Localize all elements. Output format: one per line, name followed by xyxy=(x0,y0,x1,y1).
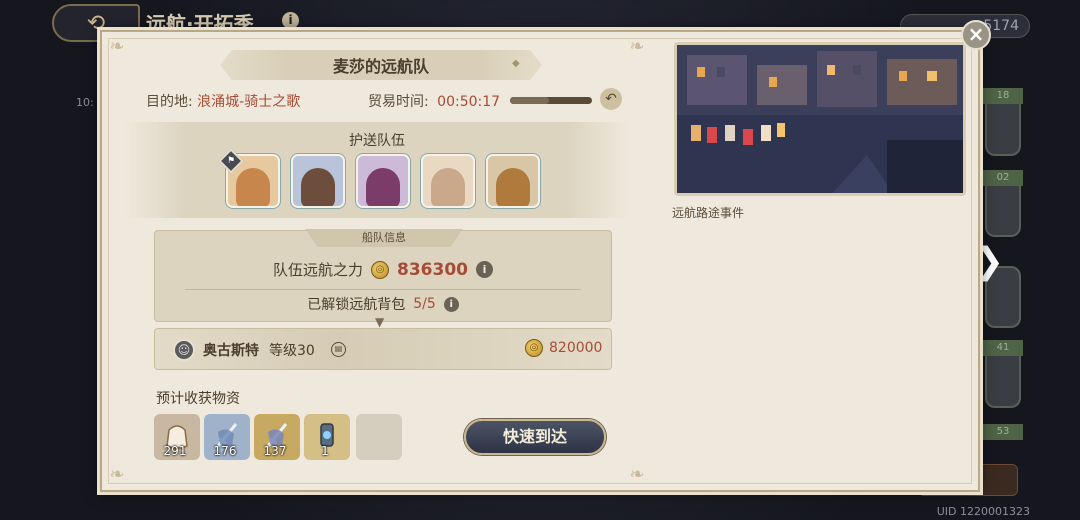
escort-avatar-5[interactable] xyxy=(486,154,540,208)
item-count: 176 xyxy=(213,444,237,458)
town-scene-image xyxy=(677,45,963,193)
team-power-row: 队伍远航之力 ◎ 836300 i xyxy=(155,259,611,280)
fleet-info-tab: 船队信息 xyxy=(305,229,463,247)
captain-power-value: 820000 xyxy=(549,340,603,356)
harvest-item-2[interactable]: 176 xyxy=(204,414,250,460)
character-portrait xyxy=(301,168,335,206)
captain-power: ◎ 820000 xyxy=(525,339,602,357)
trade-progress-bar xyxy=(510,97,592,104)
uid-label: UID 1220001323 xyxy=(936,505,1030,518)
document-icon[interactable]: ▤ xyxy=(331,342,346,357)
destination-value: 浪涌城-骑士之歌 xyxy=(197,94,301,110)
harvest-label: 预计收获物资 xyxy=(156,391,240,407)
background-time: 10: xyxy=(76,96,94,109)
backpack-row: 已解锁远航背包 5/5 i xyxy=(155,294,611,314)
captain-level: 等级30 xyxy=(269,343,315,359)
refresh-icon[interactable]: ↶ xyxy=(600,88,622,110)
divider xyxy=(185,289,581,290)
trade-time-row: 贸易时间: 00:50:17 xyxy=(368,91,500,111)
corner-ornament-icon: ❧ xyxy=(629,464,645,485)
harvest-item-empty xyxy=(356,414,402,460)
expedition-panel: ❧ ❧ ❧ ❧ ◆ 麦莎的远航队 ◆ 目的地: 浪涌城-骑士之歌 贸易时间: 0… xyxy=(100,30,980,492)
backpack-label: 已解锁远航背包 xyxy=(307,297,406,313)
item-count: 291 xyxy=(163,444,187,458)
side-slot-number: 41 xyxy=(983,340,1023,356)
info-icon[interactable]: i xyxy=(443,296,459,312)
captain-name: 奥古斯特 xyxy=(203,343,259,359)
close-button[interactable]: × xyxy=(961,20,991,50)
backpack-value: 5/5 xyxy=(413,296,436,312)
character-portrait xyxy=(366,168,400,206)
harvest-item-4[interactable]: 1 xyxy=(304,414,350,460)
harvest-item-3[interactable]: 137 xyxy=(254,414,300,460)
item-count: 137 xyxy=(263,444,287,458)
scene-caption: 远航路途事件 xyxy=(672,206,745,220)
corner-ornament-icon: ❧ xyxy=(109,36,125,57)
character-portrait xyxy=(236,168,270,206)
side-slot-number: 02 xyxy=(983,170,1023,186)
info-icon[interactable]: i xyxy=(476,261,493,278)
harvest-item-1[interactable]: 291 xyxy=(154,414,200,460)
power-coin-icon: ◎ xyxy=(525,339,543,357)
banner-ornament-icon: ◆ xyxy=(512,58,520,69)
trade-time-label: 贸易时间: xyxy=(368,94,429,110)
character-portrait xyxy=(496,168,530,206)
side-slot-number: 18 xyxy=(983,88,1023,104)
close-icon: × xyxy=(967,22,985,46)
escort-title: 护送队伍 xyxy=(349,133,405,149)
title-banner: 麦莎的远航队 xyxy=(220,50,542,80)
power-coin-icon: ◎ xyxy=(371,260,390,279)
corner-ornament-icon: ❧ xyxy=(629,36,645,57)
voyage-event-scene[interactable] xyxy=(674,42,966,196)
fast-arrival-button[interactable]: 快速到达 xyxy=(464,419,606,455)
panel-title: 麦莎的远航队 xyxy=(332,57,429,76)
destination-row: 目的地: 浪涌城-骑士之歌 xyxy=(146,91,300,111)
corner-ornament-icon: ❧ xyxy=(109,464,125,485)
captain-avatar: ☺ xyxy=(173,339,195,361)
info-icon[interactable]: i xyxy=(282,12,299,29)
trade-time-value: 00:50:17 xyxy=(437,94,501,110)
team-power-label: 队伍远航之力 xyxy=(273,261,364,279)
escort-avatar-2[interactable] xyxy=(291,154,345,208)
captain-row[interactable]: ☺ 奥古斯特 等级30 ▤ ◎ 820000 xyxy=(154,328,612,370)
team-power-value: 836300 xyxy=(397,259,468,280)
item-count: 1 xyxy=(321,444,329,458)
character-portrait xyxy=(431,168,465,206)
side-slot-number: 53 xyxy=(983,424,1023,440)
trade-progress-fill xyxy=(510,97,550,104)
escort-avatar-3[interactable] xyxy=(356,154,410,208)
fleet-info-box: 船队信息 队伍远航之力 ◎ 836300 i 已解锁远航背包 5/5 i ▼ xyxy=(154,229,612,329)
chevron-down-icon[interactable]: ▼ xyxy=(375,315,384,329)
destination-label: 目的地: xyxy=(146,94,193,110)
escort-section: 护送队伍 ⚑ xyxy=(124,122,630,218)
escort-avatar-4[interactable] xyxy=(421,154,475,208)
